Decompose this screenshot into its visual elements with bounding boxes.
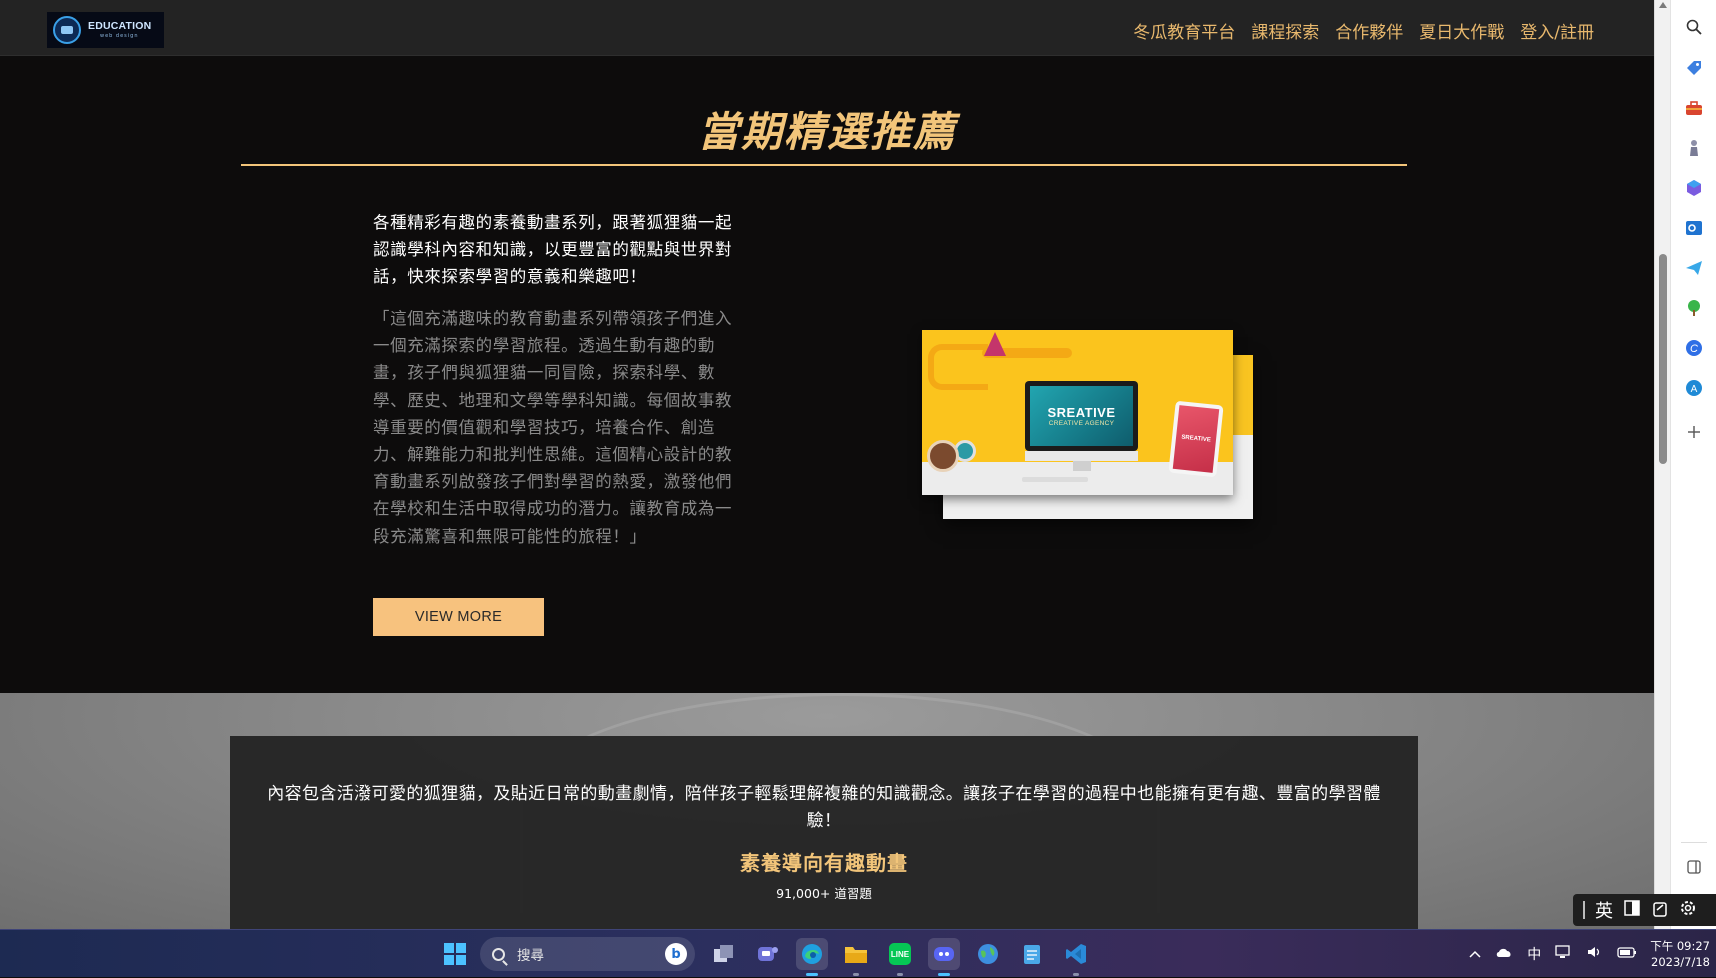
notepad-icon[interactable] [1016, 938, 1048, 970]
line-app-icon[interactable]: LINE [884, 938, 916, 976]
svg-text:C: C [1690, 343, 1698, 355]
nav-link-summer[interactable]: 夏日大作戰 [1419, 18, 1504, 43]
ime-language-toggle[interactable]: 英 [1595, 897, 1613, 923]
monitor-screen: SREATIVE CREATIVE AGENCY [1030, 386, 1133, 446]
logo-text: EDUCATION web design [88, 21, 151, 40]
ime-grip[interactable] [1583, 901, 1585, 919]
screen-subtitle: CREATIVE AGENCY [1048, 420, 1115, 427]
edge-sidebar: C A [1670, 0, 1716, 929]
a-icon[interactable]: A [1684, 378, 1704, 398]
section-title: 當期精選推薦 [698, 108, 956, 156]
c-icon[interactable]: C [1684, 338, 1704, 358]
office-icon[interactable] [1684, 178, 1704, 198]
site-logo[interactable]: EDUCATION web design [47, 12, 164, 48]
clock-date: 2023/7/18 [1651, 955, 1710, 969]
feature-card: 內容包含活潑可愛的狐狸貓，及貼近日常的動畫劇情，陪伴孩子輕鬆理解複雜的知識觀念。… [230, 736, 1418, 929]
browser-viewport: EDUCATION web design 冬瓜教育平台 課程探索 合作夥伴 夏日… [0, 0, 1654, 929]
clock-icon [927, 440, 959, 472]
tablet-screen: SREATIVE [1172, 405, 1220, 473]
onedrive-cloud-icon[interactable] [1495, 946, 1513, 962]
nav-link-login[interactable]: 登入/註冊 [1520, 18, 1594, 43]
monitor-chin [1025, 451, 1138, 461]
screen-title: SREATIVE [1047, 405, 1116, 420]
send-icon[interactable] [1684, 258, 1704, 278]
toolbox-icon[interactable] [1684, 98, 1704, 118]
windows-taskbar: 搜尋 b LINE 中 下午 09:27 2023/7/18 [0, 929, 1716, 977]
scroll-up-arrow-icon[interactable] [1659, 2, 1667, 8]
tablet-icon: SREATIVE [1168, 400, 1224, 478]
nav-link-partners[interactable]: 合作夥伴 [1335, 18, 1403, 43]
logo-title: EDUCATION [88, 19, 152, 32]
input-language-indicator[interactable]: 中 [1527, 944, 1541, 964]
exercise-count: 91,000+ 道習題 [776, 886, 872, 901]
svg-text:A: A [1691, 384, 1698, 395]
bing-icon[interactable]: b [665, 943, 687, 965]
pipe-decoration [928, 344, 988, 390]
ime-pad-icon[interactable] [1651, 899, 1669, 922]
nav-links: 冬瓜教育平台 課程探索 合作夥伴 夏日大作戰 登入/註冊 [1133, 18, 1594, 43]
teams-icon[interactable] [752, 938, 784, 970]
volume-icon[interactable] [1587, 945, 1603, 963]
plus-icon[interactable] [1684, 422, 1704, 442]
scroll-thumb[interactable] [1659, 254, 1667, 464]
logo-emblem-icon [53, 16, 81, 44]
page-scrollbar[interactable] [1654, 0, 1670, 929]
top-navbar: EDUCATION web design 冬瓜教育平台 課程探索 合作夥伴 夏日… [0, 0, 1654, 56]
panel-icon[interactable] [1684, 857, 1704, 877]
keyboard-icon [1022, 477, 1088, 482]
monitor-stand [1073, 461, 1091, 471]
feature-description: 內容包含活潑可愛的狐狸貓，及貼近日常的動畫劇情，陪伴孩子輕鬆理解複雜的知識觀念。… [267, 784, 1381, 831]
search-icon [492, 947, 505, 961]
cone-icon [984, 332, 1006, 356]
tree-icon[interactable] [1684, 298, 1704, 318]
featured-intro: 各種精彩有趣的素養動畫系列，跟著狐狸貓一起認識學科內容和知識，以更豐富的觀點與世… [373, 213, 733, 286]
chess-icon[interactable] [1684, 138, 1704, 158]
featured-quote: 「這個充滿趣味的教育動畫系列帶領孩子們進入一個充滿探索的學習旅程。透過生動有趣的… [373, 309, 733, 546]
illustration-front-card: SREATIVE CREATIVE AGENCY SREATIVE [922, 330, 1233, 495]
ime-toolbar: 英 [1573, 894, 1716, 926]
ime-width-icon[interactable] [1623, 899, 1641, 922]
search-icon[interactable] [1684, 17, 1704, 37]
vscode-icon[interactable] [1060, 938, 1092, 976]
tag-icon[interactable] [1684, 58, 1704, 78]
system-tray: 中 下午 09:27 2023/7/18 [1462, 930, 1716, 978]
feature-heading: 素養導向有趣動畫 [740, 851, 908, 875]
nav-link-platform[interactable]: 冬瓜教育平台 [1133, 18, 1235, 43]
outlook-icon[interactable] [1684, 218, 1704, 238]
tray-overflow-chevron-icon[interactable] [1469, 946, 1481, 962]
system-clock[interactable]: 下午 09:27 2023/7/18 [1650, 938, 1710, 970]
featured-illustration: SREATIVE CREATIVE AGENCY SREATIVE [922, 330, 1256, 520]
sidebar-divider [1681, 842, 1707, 843]
discord-icon[interactable] [928, 938, 960, 976]
title-divider [241, 164, 1407, 166]
taskbar-search[interactable]: 搜尋 b [480, 937, 695, 971]
nav-link-courses[interactable]: 課程探索 [1251, 18, 1319, 43]
battery-icon[interactable] [1617, 946, 1637, 962]
clock-time: 下午 09:27 [1650, 939, 1710, 953]
edge-browser-icon[interactable] [796, 938, 828, 976]
taskbar-search-placeholder: 搜尋 [517, 948, 544, 964]
network-icon[interactable] [1555, 944, 1573, 964]
monitor-icon: SREATIVE CREATIVE AGENCY [1025, 381, 1138, 451]
file-explorer-icon[interactable] [840, 938, 872, 976]
task-view-icon[interactable] [708, 938, 740, 970]
view-more-button[interactable]: VIEW MORE [373, 598, 544, 636]
ime-settings-icon[interactable] [1679, 899, 1697, 922]
browser-globe-icon[interactable] [972, 938, 1004, 970]
logo-subtitle: web design [100, 33, 139, 40]
windows-start-icon[interactable] [444, 943, 466, 965]
